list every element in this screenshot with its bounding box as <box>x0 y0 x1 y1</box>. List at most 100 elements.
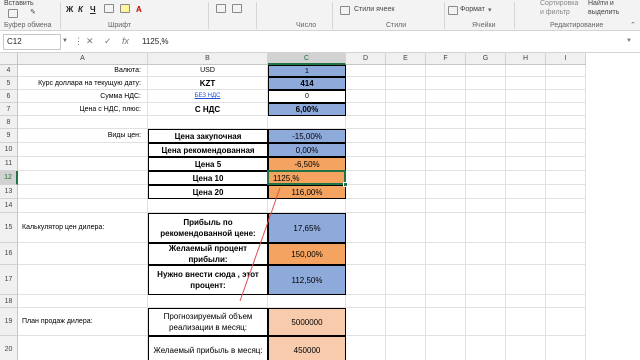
column-header-a[interactable]: A <box>18 53 148 65</box>
cell-c8[interactable] <box>268 116 346 129</box>
cell-e13[interactable] <box>386 185 426 199</box>
cell-d13[interactable] <box>346 185 386 199</box>
cell-h9[interactable] <box>506 129 546 143</box>
cell-i7[interactable] <box>546 103 586 116</box>
cell-d6[interactable] <box>346 90 386 103</box>
cell-f19[interactable] <box>426 308 466 336</box>
cell-b6[interactable]: БЕЗ НДС <box>148 90 268 103</box>
cell-g17[interactable] <box>466 265 506 295</box>
cell-a20[interactable] <box>18 336 148 360</box>
cell-c5[interactable]: 414 <box>268 77 346 90</box>
cell-styles-icon[interactable] <box>340 6 350 15</box>
chevron-down-icon[interactable]: ▼ <box>62 38 68 44</box>
cell-e9[interactable] <box>386 129 426 143</box>
row-header-14[interactable]: 14 <box>0 199 18 213</box>
cell-g5[interactable] <box>466 77 506 90</box>
formula-input[interactable]: 1125,% <box>142 35 622 49</box>
format-painter-icon[interactable]: ✎ <box>30 8 36 16</box>
cell-b18[interactable] <box>148 295 268 308</box>
row-header-8[interactable]: 8 <box>0 116 18 129</box>
cell-h10[interactable] <box>506 143 546 157</box>
column-header-g[interactable]: G <box>466 53 506 65</box>
cell-g9[interactable] <box>466 129 506 143</box>
italic-button[interactable]: К <box>78 5 83 14</box>
cell-e7[interactable] <box>386 103 426 116</box>
cell-i5[interactable] <box>546 77 586 90</box>
cell-g6[interactable] <box>466 90 506 103</box>
cell-i13[interactable] <box>546 185 586 199</box>
column-header-f[interactable]: F <box>426 53 466 65</box>
row-header-6[interactable]: 6 <box>0 90 18 103</box>
cell-e16[interactable] <box>386 243 426 265</box>
cell-i18[interactable] <box>546 295 586 308</box>
cell-h20[interactable] <box>506 336 546 360</box>
cell-d8[interactable] <box>346 116 386 129</box>
borders-icon[interactable] <box>104 4 114 13</box>
cell-f4[interactable] <box>426 65 466 77</box>
row-header-4[interactable]: 4 <box>0 65 18 77</box>
cell-c20[interactable]: 450000 <box>268 336 346 360</box>
cell-i12[interactable] <box>546 171 586 185</box>
cell-e6[interactable] <box>386 90 426 103</box>
cell-g18[interactable] <box>466 295 506 308</box>
format-icon[interactable] <box>448 6 458 15</box>
cell-c6[interactable]: 0 <box>268 90 346 103</box>
cell-f10[interactable] <box>426 143 466 157</box>
cell-a19[interactable]: План продаж дилера: <box>18 308 148 336</box>
column-header-b[interactable]: B <box>148 53 268 65</box>
row-header-18[interactable]: 18 <box>0 295 18 308</box>
cell-a16[interactable] <box>18 243 148 265</box>
cell-b7[interactable]: С НДС <box>148 103 268 116</box>
expand-formula-icon[interactable]: ▼ <box>626 38 632 44</box>
cell-a9[interactable]: Виды цен: <box>18 129 148 143</box>
cell-b17[interactable]: Нужно внести сюда , этот процент: <box>148 265 268 295</box>
cell-e4[interactable] <box>386 65 426 77</box>
cell-a10[interactable] <box>18 143 148 157</box>
cell-c15[interactable]: 17,65% <box>268 213 346 243</box>
wrap-icon[interactable] <box>232 4 242 13</box>
cell-i15[interactable] <box>546 213 586 243</box>
row-header-12[interactable]: 12 <box>0 171 18 185</box>
cell-e11[interactable] <box>386 157 426 171</box>
cell-d7[interactable] <box>346 103 386 116</box>
cell-a13[interactable] <box>18 185 148 199</box>
cell-i11[interactable] <box>546 157 586 171</box>
cell-c10[interactable]: 0,00% <box>268 143 346 157</box>
cell-e15[interactable] <box>386 213 426 243</box>
enter-icon[interactable]: ✓ <box>104 36 112 47</box>
column-header-e[interactable]: E <box>386 53 426 65</box>
cell-d18[interactable] <box>346 295 386 308</box>
cell-g11[interactable] <box>466 157 506 171</box>
row-header-15[interactable]: 15 <box>0 213 18 243</box>
name-box[interactable]: C12 <box>3 34 61 50</box>
cell-g20[interactable] <box>466 336 506 360</box>
align-icon[interactable] <box>216 4 226 13</box>
cell-f16[interactable] <box>426 243 466 265</box>
row-header-19[interactable]: 19 <box>0 308 18 336</box>
cell-a4[interactable]: Валюта: <box>18 65 148 77</box>
cell-f15[interactable] <box>426 213 466 243</box>
clipboard-icon[interactable] <box>8 9 18 18</box>
cell-g10[interactable] <box>466 143 506 157</box>
cell-g14[interactable] <box>466 199 506 213</box>
cell-e14[interactable] <box>386 199 426 213</box>
bold-button[interactable]: Ж <box>66 5 73 14</box>
cell-b12[interactable]: Цена 10 <box>148 171 268 185</box>
select-all-corner[interactable] <box>0 53 18 65</box>
cell-h18[interactable] <box>506 295 546 308</box>
cell-c4[interactable]: 1 <box>268 65 346 77</box>
cell-e18[interactable] <box>386 295 426 308</box>
cell-b11[interactable]: Цена 5 <box>148 157 268 171</box>
fx-icon[interactable]: fx <box>122 36 129 46</box>
chevron-down-icon[interactable]: ▾ <box>488 6 492 14</box>
cell-i20[interactable] <box>546 336 586 360</box>
cell-h17[interactable] <box>506 265 546 295</box>
cell-a15[interactable]: Калькулятор цен дилера: <box>18 213 148 243</box>
cell-i14[interactable] <box>546 199 586 213</box>
cell-i10[interactable] <box>546 143 586 157</box>
cell-e8[interactable] <box>386 116 426 129</box>
cell-f12[interactable] <box>426 171 466 185</box>
row-header-11[interactable]: 11 <box>0 157 18 171</box>
cell-g15[interactable] <box>466 213 506 243</box>
cell-c11[interactable]: -6,50% <box>268 157 346 171</box>
